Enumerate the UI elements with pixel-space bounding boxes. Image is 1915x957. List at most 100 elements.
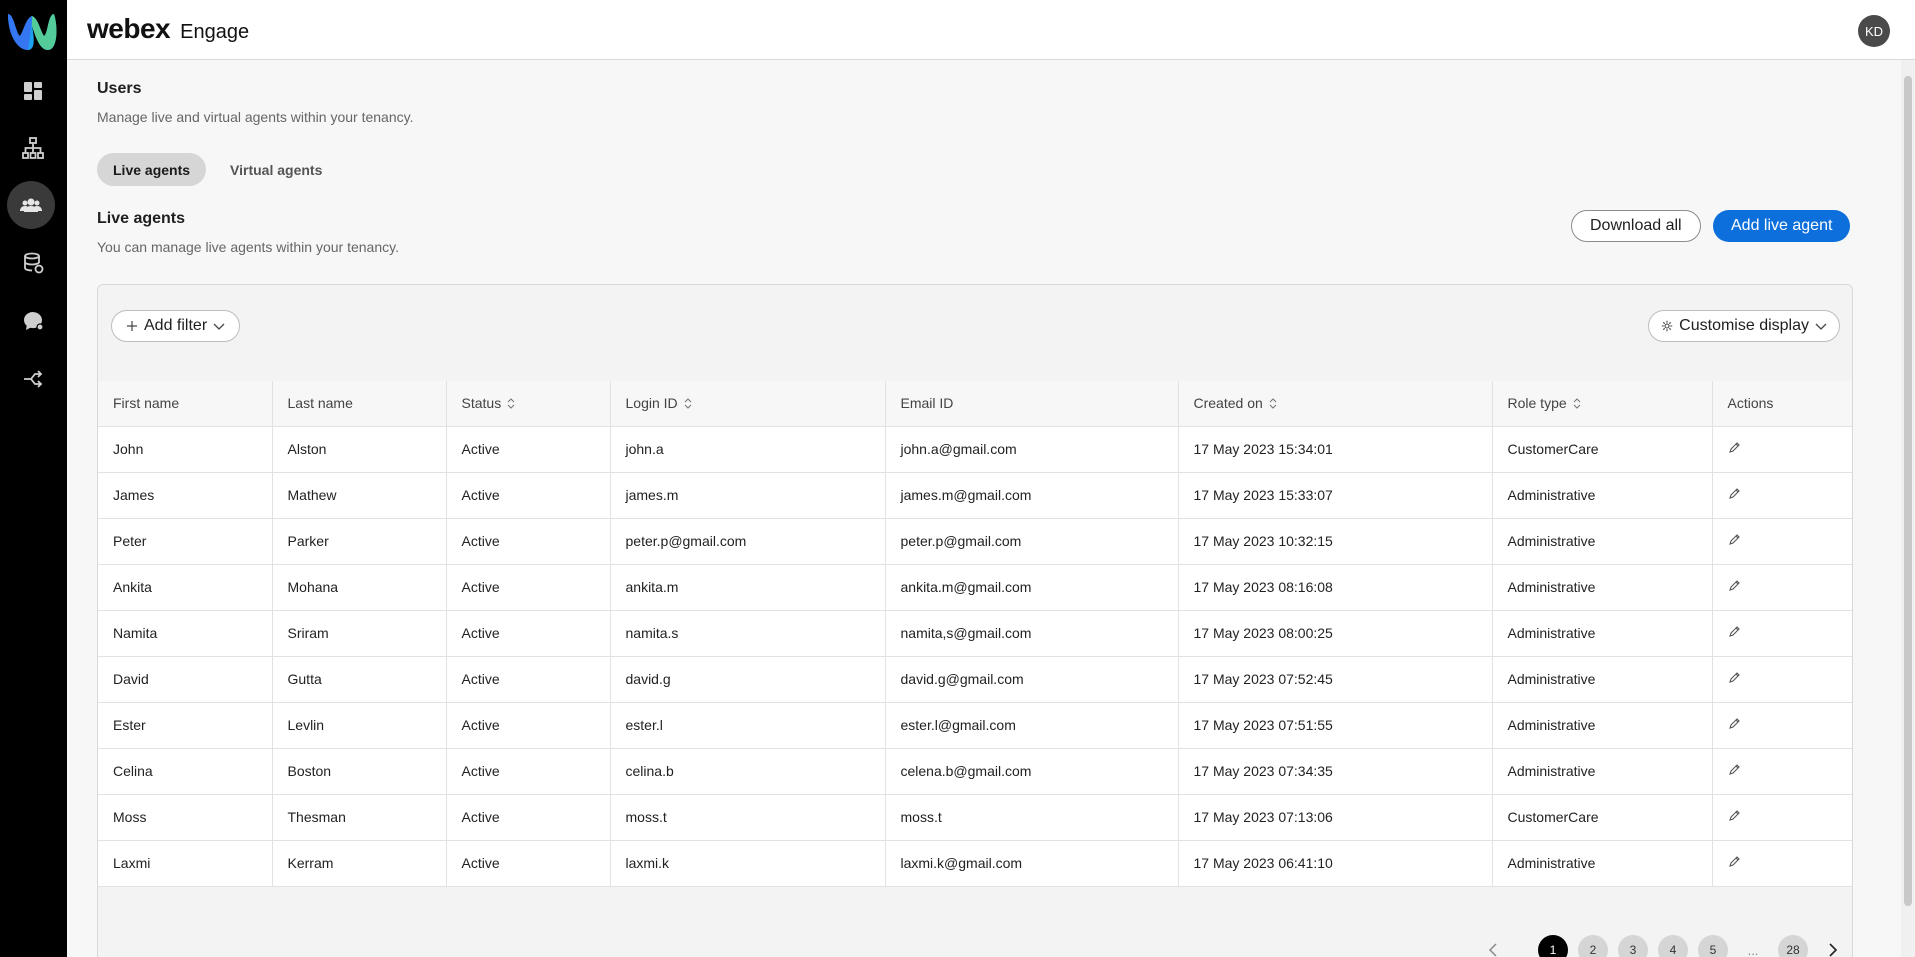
webex-logo[interactable] — [4, 6, 60, 56]
nav-users[interactable] — [7, 181, 55, 229]
login-id-cell: john.a — [610, 426, 886, 473]
login-id-cell: ankita.m — [610, 564, 886, 611]
last-name-cell: Levlin — [272, 702, 447, 749]
last-name-cell: Gutta — [272, 656, 447, 703]
first-name-cell: Celina — [98, 748, 273, 795]
column-header[interactable]: Login ID — [610, 381, 886, 427]
page-title: Users — [97, 80, 142, 97]
status-cell: Active — [446, 840, 611, 887]
created-on-cell: 17 May 2023 08:16:08 — [1178, 564, 1493, 611]
nav-messaging[interactable] — [8, 298, 58, 344]
prev-page-button[interactable] — [1478, 935, 1508, 957]
brand-product: Engage — [180, 21, 250, 43]
next-page-button[interactable] — [1818, 935, 1848, 957]
nav-data[interactable] — [8, 240, 58, 286]
edit-icon[interactable] — [1728, 717, 1741, 733]
email-id-cell: david.g@gmail.com — [885, 656, 1179, 703]
brand: webex Engage — [87, 13, 249, 45]
nav-routing[interactable] — [8, 356, 58, 402]
status-cell: Active — [446, 426, 611, 473]
top-header: webex Engage KD — [67, 0, 1915, 60]
status-cell: Active — [446, 564, 611, 611]
add-live-agent-button[interactable]: Add live agent — [1713, 210, 1851, 242]
edit-icon[interactable] — [1728, 441, 1741, 457]
created-on-cell: 17 May 2023 07:34:35 — [1178, 748, 1493, 795]
column-header-label: Created on — [1193, 394, 1263, 411]
nav-dashboard[interactable] — [8, 68, 58, 114]
chevron-down-icon — [213, 323, 225, 330]
last-name-cell: Parker — [272, 518, 447, 565]
created-on-cell: 17 May 2023 15:33:07 — [1178, 472, 1493, 519]
role-type-cell: Administrative — [1492, 564, 1713, 611]
sort-icon[interactable] — [684, 396, 692, 412]
avatar[interactable]: KD — [1858, 15, 1890, 47]
role-type-cell: Administrative — [1492, 702, 1713, 749]
role-type-cell: CustomerCare — [1492, 426, 1713, 473]
edit-icon[interactable] — [1728, 809, 1741, 825]
edit-icon[interactable] — [1728, 533, 1741, 549]
edit-icon[interactable] — [1728, 487, 1741, 503]
first-name-cell: Moss — [98, 794, 273, 841]
status-cell: Active — [446, 794, 611, 841]
login-id-cell: namita.s — [610, 610, 886, 657]
table-header-row: First name Last name Status Login ID Email I… — [98, 381, 1852, 427]
first-name-cell: Laxmi — [98, 840, 273, 887]
add-filter-label: Add filter — [144, 317, 208, 334]
table-row: James Mathew Active james.m james.m@gmail.co… — [98, 472, 1852, 519]
last-name-cell: Boston — [272, 748, 447, 795]
status-cell: Active — [446, 610, 611, 657]
column-header[interactable]: Status — [446, 381, 611, 427]
first-name-cell: Peter — [98, 518, 273, 565]
edit-icon[interactable] — [1728, 763, 1741, 779]
table-row: John Alston Active john.a john.a@gmail.com 17… — [98, 426, 1852, 473]
role-type-cell: Administrative — [1492, 472, 1713, 519]
page-button[interactable]: 5 — [1698, 935, 1728, 957]
table-row: Moss Thesman Active moss.t moss.t 17 May 2023… — [98, 794, 1852, 841]
tab-live-agents[interactable]: Live agents — [97, 153, 207, 186]
scrollbar-thumb[interactable] — [1904, 76, 1912, 906]
sort-icon[interactable] — [1269, 396, 1277, 412]
nav-org-chart[interactable] — [8, 125, 58, 171]
role-type-cell: Administrative — [1492, 840, 1713, 887]
chevron-down-icon — [1815, 323, 1827, 330]
customise-display-label: Customise display — [1679, 317, 1809, 334]
plus-icon — [127, 321, 137, 331]
section-title: Live agents — [97, 210, 186, 227]
page-button[interactable]: 2 — [1578, 935, 1608, 957]
column-header: Actions — [1712, 381, 1852, 427]
sort-icon[interactable] — [507, 396, 515, 412]
column-header-label: Actions — [1727, 395, 1774, 412]
role-type-cell: Administrative — [1492, 610, 1713, 657]
page-scrollbar[interactable] — [1901, 60, 1915, 957]
role-type-cell: Administrative — [1492, 656, 1713, 703]
edit-icon[interactable] — [1728, 855, 1741, 871]
download-all-button[interactable]: Download all — [1571, 210, 1701, 242]
agents-table: First name Last name Status Login ID Email I… — [98, 381, 1852, 887]
first-name-cell: Ankita — [98, 564, 273, 611]
column-header[interactable]: Role type — [1492, 381, 1713, 427]
chevron-right-icon — [1829, 943, 1838, 957]
edit-icon[interactable] — [1728, 579, 1741, 595]
edit-icon[interactable] — [1728, 625, 1741, 641]
email-id-cell: john.a@gmail.com — [885, 426, 1179, 473]
page-button[interactable]: 3 — [1618, 935, 1648, 957]
role-type-cell: Administrative — [1492, 518, 1713, 565]
login-id-cell: peter.p@gmail.com — [610, 518, 886, 565]
add-filter-button[interactable]: Add filter — [111, 310, 241, 342]
page-button[interactable]: 1 — [1538, 935, 1568, 957]
tab-virtual-agents[interactable]: Virtual agents — [214, 153, 338, 186]
page-button[interactable]: 4 — [1658, 935, 1688, 957]
status-cell: Active — [446, 748, 611, 795]
actions-cell — [1712, 564, 1852, 611]
sort-icon[interactable] — [1573, 396, 1581, 412]
customise-display-button[interactable]: Customise display — [1648, 310, 1840, 342]
created-on-cell: 17 May 2023 07:13:06 — [1178, 794, 1493, 841]
chat-bubble-icon — [24, 312, 44, 331]
role-type-cell: CustomerCare — [1492, 794, 1713, 841]
last-page-button[interactable]: 28 — [1778, 935, 1808, 957]
column-header[interactable]: Created on — [1178, 381, 1493, 427]
edit-icon[interactable] — [1728, 671, 1741, 687]
created-on-cell: 17 May 2023 07:52:45 — [1178, 656, 1493, 703]
email-id-cell: celena.b@gmail.com — [885, 748, 1179, 795]
users-icon — [20, 198, 42, 212]
